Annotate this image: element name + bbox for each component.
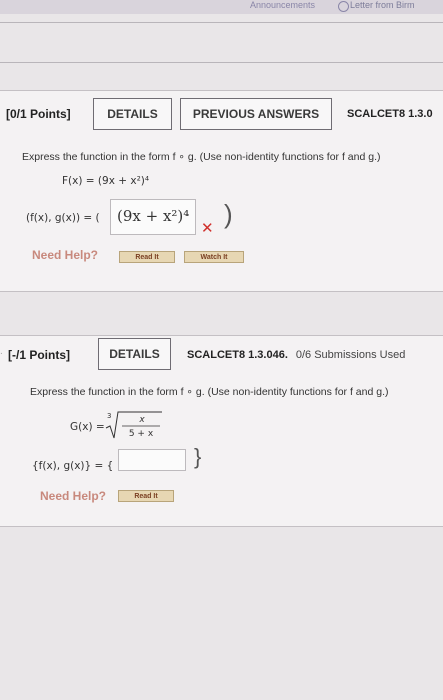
q1-previous-answers-button[interactable]: PREVIOUS ANSWERS [180,98,332,130]
q2-denominator: 5 + x [129,429,154,439]
q2-code-text: SCALCET8 1.3.046. [187,349,288,361]
q2-root-index: 3 [107,412,111,420]
q2-function-lhs: G(x) = [70,421,105,433]
q1-answer-value: (9x + x²)⁴ [117,207,190,225]
q1-answer-label: (f(x), g(x)) = ( [26,212,100,224]
q2-answer-label: {f(x), g(x)} = { [32,460,114,472]
q2-submissions: 0/6 Submissions Used [295,349,406,361]
q2-answer-close: } [194,444,202,469]
question-card-1: [0/1 Points] DETAILS PREVIOUS ANSWERS SC… [0,90,443,292]
q2-points: [-/1 Points] [8,348,70,362]
q1-answer-input[interactable]: (9x + x²)⁴ [110,199,196,235]
q2-answer-input[interactable] [118,449,186,471]
q2-prompt: Express the function in the form f ∘ g. … [30,386,389,398]
question-card-2: . [-/1 Points] DETAILS SCALCET8 1.3.046.… [0,335,443,527]
q1-need-help: Need Help? [32,248,99,262]
q2-read-it-button[interactable]: Read It [118,490,174,502]
q2-code: SCALCET8 1.3.046. 0/6 Submissions Used [187,349,405,361]
q1-code: SCALCET8 1.3.0 [347,108,433,120]
bookmark-letter[interactable]: Letter from Birm [350,0,415,10]
q1-answer-close: ) [224,199,233,229]
divider [0,62,443,63]
q1-prompt: Express the function in the form f ∘ g. … [22,151,381,163]
incorrect-x-icon: ✕ [201,220,214,237]
q2-numerator: x [138,415,145,425]
bullet: . [0,346,3,357]
q2-details-button[interactable]: DETAILS [98,338,171,370]
globe-icon [338,1,349,12]
browser-bookmarks-bar: Announcements Letter from Birm [0,0,443,14]
q2-cube-root-fraction: 3 x 5 + x [105,411,162,439]
q1-points: [0/1 Points] [6,107,71,121]
divider [0,22,443,23]
q1-watch-it-button[interactable]: Watch It [184,251,244,263]
q1-function-definition: F(x) = (9x + x²)⁴ [62,175,150,187]
bookmark-announcements[interactable]: Announcements [250,0,315,10]
q2-need-help: Need Help? [40,489,107,503]
q1-read-it-button[interactable]: Read It [119,251,175,263]
q1-details-button[interactable]: DETAILS [93,98,172,130]
